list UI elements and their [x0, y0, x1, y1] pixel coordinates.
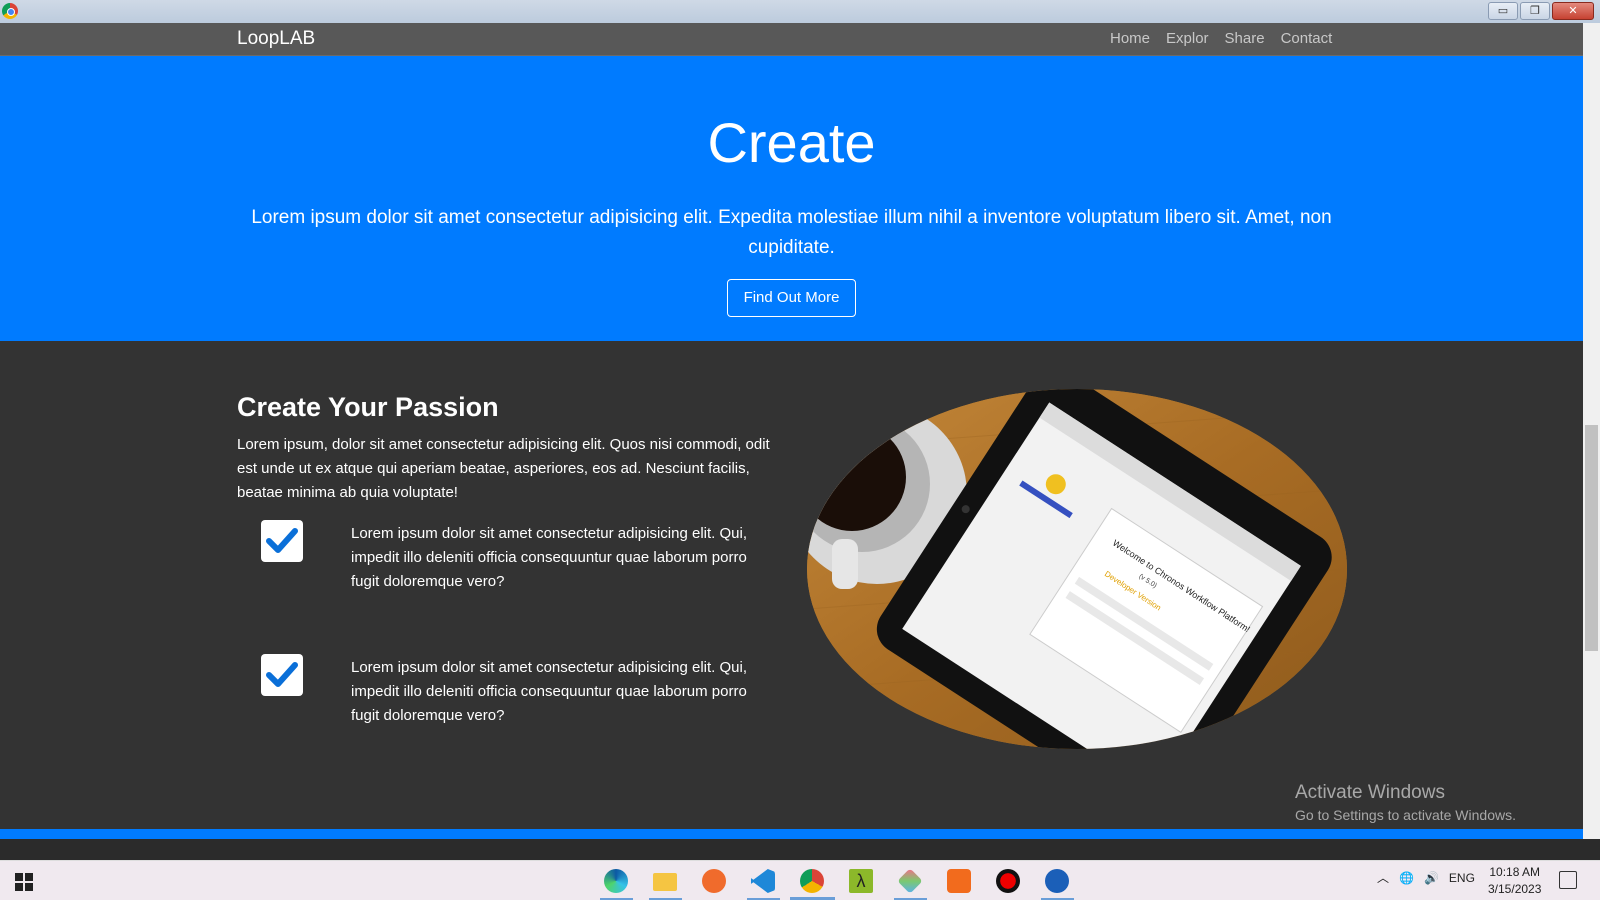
activate-title: Activate Windows — [1295, 782, 1445, 803]
feature-section: Create Your Passion Lorem ipsum, dolor s… — [0, 341, 1583, 829]
vertical-scrollbar[interactable] — [1583, 23, 1600, 839]
feature-title: Create Your Passion — [237, 392, 499, 422]
notification-icon[interactable] — [1559, 871, 1577, 889]
window-controls: ▭ ❐ ✕ — [1488, 2, 1594, 20]
close-button[interactable]: ✕ — [1552, 2, 1594, 20]
system-tray: ︿ 🌐 🔊 ENG — [1377, 869, 1475, 886]
find-out-more-button[interactable]: Find Out More — [727, 279, 856, 317]
xampp-icon[interactable] — [935, 863, 984, 899]
edge-icon[interactable] — [592, 863, 641, 900]
nav-link-share[interactable]: Share — [1225, 30, 1265, 47]
feature-lead: Lorem ipsum, dolor sit amet consectetur … — [237, 436, 770, 501]
minimize-button[interactable]: ▭ — [1488, 2, 1518, 20]
network-globe-icon[interactable]: 🌐 — [1399, 871, 1414, 885]
hero-title: Create — [707, 111, 876, 174]
next-section-band — [0, 829, 1583, 839]
taskbar-clock[interactable]: 10:18 AM 3/15/2023 — [1488, 864, 1541, 898]
tablet-coffee-photo: Welcome to Chronos Workflow Platform! (v… — [807, 389, 1347, 749]
chrome-icon[interactable] — [2, 3, 18, 19]
volume-icon[interactable]: 🔊 — [1424, 871, 1439, 885]
scrollbar-thumb[interactable] — [1585, 425, 1598, 651]
hero-text: Lorem ipsum dolor sit amet consectetur a… — [251, 207, 1332, 258]
restore-button[interactable]: ❐ — [1520, 2, 1550, 20]
git-icon[interactable] — [886, 863, 935, 900]
title-bar: ▭ ❐ ✕ — [0, 0, 1600, 23]
feature-item-text: Lorem ipsum dolor sit amet consectetur a… — [351, 525, 748, 590]
activate-subtitle: Go to Settings to activate Windows. — [1295, 807, 1516, 823]
activate-windows-watermark: Activate Windows Go to Settings to activ… — [1295, 782, 1516, 823]
brand-logo[interactable]: LoopLAB — [237, 28, 315, 50]
browser-window: ▭ ❐ ✕ LoopLAB Home Explor Share Contact … — [0, 0, 1600, 900]
check-icon — [261, 520, 303, 562]
nav-link-contact[interactable]: Contact — [1281, 30, 1333, 47]
nav-link-home[interactable]: Home — [1110, 30, 1150, 47]
clock-time: 10:18 AM — [1489, 865, 1541, 879]
postman-icon[interactable] — [690, 863, 739, 899]
obs-icon[interactable] — [984, 863, 1033, 899]
taskbar-apps: λ — [592, 863, 1082, 900]
file-explorer-icon[interactable] — [641, 863, 690, 900]
nav-link-explor[interactable]: Explor — [1166, 30, 1209, 47]
check-icon — [261, 654, 303, 696]
language-indicator[interactable]: ENG — [1449, 871, 1475, 885]
nav-links: Home Explor Share Contact — [1110, 30, 1332, 47]
taskbar: λ ︿ 🌐 🔊 ENG 10:18 AM 3/15/2023 — [0, 860, 1600, 900]
clock-date: 3/15/2023 — [1488, 882, 1542, 896]
davinci-icon[interactable] — [1033, 863, 1082, 900]
chrome-icon[interactable] — [788, 863, 837, 900]
windows-start-icon[interactable] — [15, 873, 33, 891]
page-viewport: LoopLAB Home Explor Share Contact Create… — [0, 23, 1583, 839]
navbar: LoopLAB Home Explor Share Contact — [0, 23, 1583, 56]
feature-item-text: Lorem ipsum dolor sit amet consectetur a… — [351, 659, 748, 724]
lambda-icon[interactable]: λ — [837, 863, 886, 899]
hero-section: Create Lorem ipsum dolor sit amet consec… — [0, 56, 1583, 341]
chevron-up-icon[interactable]: ︿ — [1377, 869, 1389, 886]
vscode-icon[interactable] — [739, 863, 788, 900]
